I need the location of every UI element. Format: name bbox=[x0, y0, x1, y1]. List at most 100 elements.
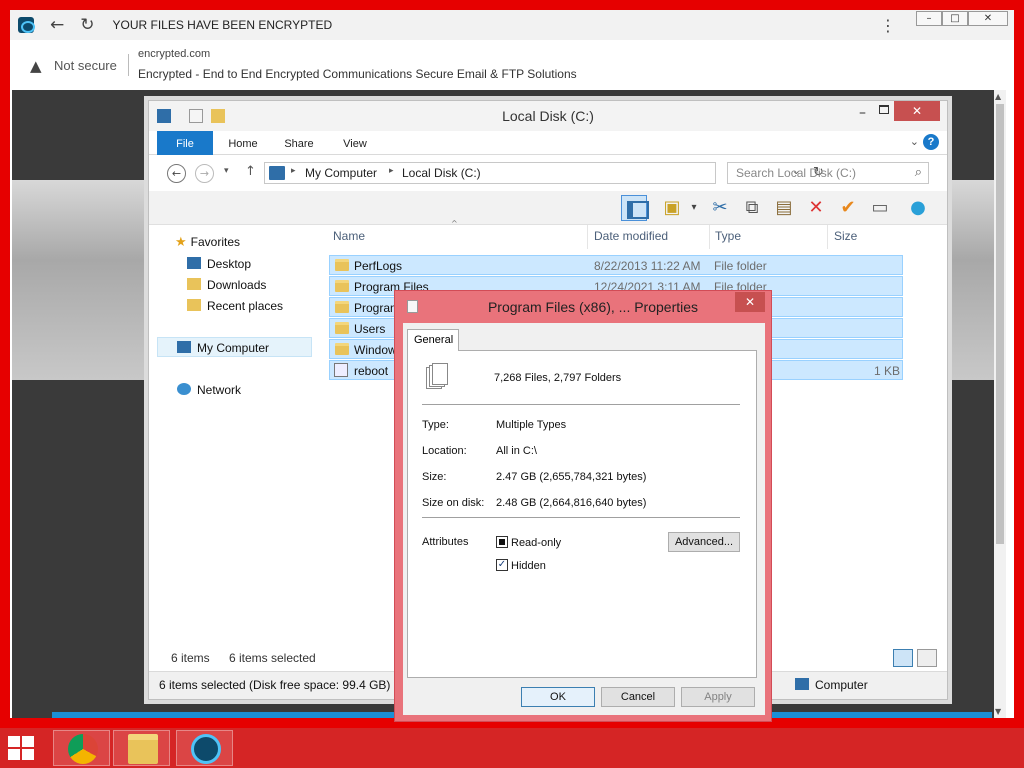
column-header-name[interactable]: Name bbox=[333, 229, 365, 243]
windows-start-icon[interactable] bbox=[8, 736, 36, 762]
scroll-down-icon[interactable]: ▼ bbox=[995, 707, 1001, 716]
globe-icon[interactable]: ● bbox=[905, 195, 931, 221]
navigation-pane: ★ Favorites Desktop Downloads Recent plac… bbox=[149, 225, 319, 645]
taskbar-file-explorer[interactable] bbox=[113, 730, 170, 766]
tab-share[interactable]: Share bbox=[277, 131, 321, 155]
chevron-right-icon[interactable]: ▸ bbox=[291, 166, 296, 176]
nav-label: My Computer bbox=[197, 341, 270, 355]
forward-icon[interactable]: → bbox=[195, 164, 214, 183]
minimize-button[interactable]: – bbox=[916, 11, 942, 26]
computer-icon bbox=[269, 166, 285, 180]
nav-my-computer[interactable]: My Computer bbox=[177, 341, 269, 355]
tab-title: YOUR FILES HAVE BEEN ENCRYPTED bbox=[112, 18, 333, 32]
advanced-button[interactable]: Advanced... bbox=[668, 532, 740, 552]
search-icon[interactable]: ⌕ bbox=[915, 165, 922, 180]
url-text[interactable]: encrypted.com bbox=[138, 48, 210, 60]
back-icon[interactable]: ← bbox=[167, 164, 186, 183]
divider bbox=[128, 54, 129, 76]
rename-icon[interactable]: ▭ bbox=[867, 195, 893, 221]
column-header-date[interactable]: Date modified bbox=[594, 229, 668, 243]
details-view-icon[interactable] bbox=[893, 649, 913, 667]
maximize-icon[interactable] bbox=[879, 105, 889, 114]
nav-desktop[interactable]: Desktop bbox=[187, 257, 251, 271]
chevron-right-icon[interactable]: ▸ bbox=[389, 166, 394, 176]
close-icon[interactable]: ✕ bbox=[735, 292, 765, 312]
search-input[interactable]: Search Local Disk (C:) ⌕ bbox=[727, 162, 929, 184]
tab-file[interactable]: File bbox=[157, 131, 213, 155]
files-summary: 7,268 Files, 2,797 Folders bbox=[494, 372, 622, 384]
hidden-label: Hidden bbox=[511, 560, 546, 572]
back-icon[interactable]: ← bbox=[50, 15, 64, 35]
help-icon[interactable]: ? bbox=[923, 134, 939, 150]
scroll-up-icon[interactable]: ▲ bbox=[995, 92, 1001, 101]
warning-icon[interactable]: ▲ bbox=[30, 57, 42, 75]
nav-label: Network bbox=[197, 383, 242, 397]
breadcrumb-my-computer[interactable]: My Computer bbox=[305, 166, 377, 180]
readonly-checkbox[interactable] bbox=[496, 536, 508, 548]
status-text: 6 items selected (Disk free space: 99.4 … bbox=[159, 678, 391, 692]
close-icon[interactable]: ✕ bbox=[894, 101, 940, 121]
taskbar-chrome[interactable] bbox=[53, 730, 110, 766]
hidden-checkbox[interactable]: ✓ bbox=[496, 559, 508, 571]
large-icons-view-icon[interactable] bbox=[917, 649, 937, 667]
column-header-type[interactable]: Type bbox=[715, 229, 741, 243]
ok-button[interactable]: OK bbox=[521, 687, 595, 707]
scrollbar-thumb[interactable] bbox=[996, 104, 1004, 544]
tab-view[interactable]: View bbox=[333, 131, 377, 155]
folder-icon bbox=[335, 343, 349, 355]
breadcrumb-local-disk[interactable]: Local Disk (C:) bbox=[402, 166, 481, 180]
tab-home[interactable]: Home bbox=[221, 131, 265, 155]
apply-button[interactable]: Apply bbox=[681, 687, 755, 707]
table-row[interactable]: PerfLogs 8/22/2013 11:22 AM File folder bbox=[329, 255, 903, 275]
taskbar-encrypted-app[interactable] bbox=[176, 730, 233, 766]
location-label: Location: bbox=[422, 445, 467, 457]
size-value: 2.47 GB (2,655,784,321 bytes) bbox=[496, 471, 647, 483]
address-box[interactable]: ▸ My Computer ▸ Local Disk (C:) ⌄ ↻ bbox=[264, 162, 824, 184]
network-icon bbox=[177, 383, 191, 395]
status-location: Computer bbox=[815, 678, 868, 692]
page-scrollbar[interactable]: ▲ ▼ bbox=[994, 90, 1006, 718]
nav-recent-places[interactable]: Recent places bbox=[187, 299, 283, 313]
location-value: All in C:\ bbox=[496, 445, 537, 457]
paste-icon[interactable]: ▤ bbox=[771, 195, 797, 221]
maximize-button[interactable]: □ bbox=[942, 11, 968, 26]
batch-file-icon bbox=[334, 363, 348, 377]
dialog-title: Program Files (x86), ... Properties bbox=[487, 299, 699, 315]
nav-label: Favorites bbox=[190, 235, 241, 249]
window-title: Local Disk (C:) bbox=[502, 108, 594, 124]
nav-label: Downloads bbox=[207, 278, 267, 292]
file-name: PerfLogs bbox=[354, 259, 403, 273]
column-divider[interactable] bbox=[587, 225, 588, 249]
folder-icon bbox=[335, 301, 349, 313]
checkmark-icon[interactable]: ✔ bbox=[835, 195, 861, 221]
close-button[interactable]: ✕ bbox=[968, 11, 1008, 26]
security-indicator[interactable]: Not secure bbox=[54, 58, 117, 73]
readonly-label: Read-only bbox=[511, 537, 562, 549]
recent-locations-icon[interactable]: ▾ bbox=[224, 166, 229, 176]
minimize-icon[interactable]: – bbox=[859, 105, 866, 121]
tab-general[interactable]: General bbox=[407, 329, 459, 351]
nav-favorites[interactable]: ★ Favorites bbox=[175, 235, 240, 250]
cancel-button[interactable]: Cancel bbox=[601, 687, 675, 707]
up-icon[interactable]: ↑ bbox=[245, 164, 256, 179]
column-divider[interactable] bbox=[827, 225, 828, 249]
chevron-down-icon[interactable]: ▾ bbox=[681, 195, 707, 221]
size-on-disk-value: 2.48 GB (2,664,816,640 bytes) bbox=[496, 497, 647, 509]
column-divider[interactable] bbox=[709, 225, 710, 249]
folder-icon bbox=[335, 280, 349, 292]
navigation-pane-icon[interactable] bbox=[621, 195, 649, 221]
copy-icon[interactable]: ⧉ bbox=[739, 195, 765, 221]
nav-network[interactable]: Network bbox=[177, 383, 241, 397]
sort-arrow-icon: ^ bbox=[451, 219, 458, 228]
browser-tab-bar: ← ↻ YOUR FILES HAVE BEEN ENCRYPTED ⋮ – □… bbox=[10, 10, 1014, 40]
cut-icon[interactable]: ✂ bbox=[707, 195, 733, 221]
file-size: 1 KB bbox=[873, 364, 900, 378]
nav-label: Recent places bbox=[207, 299, 284, 313]
reload-icon[interactable]: ↻ bbox=[80, 15, 94, 35]
column-header-size[interactable]: Size bbox=[834, 229, 857, 243]
menu-icon[interactable]: ⋮ bbox=[880, 16, 896, 35]
encrypted-app-icon bbox=[191, 734, 221, 764]
chevron-down-icon[interactable]: ⌄ bbox=[910, 135, 919, 148]
nav-downloads[interactable]: Downloads bbox=[187, 278, 266, 292]
delete-icon[interactable]: ✕ bbox=[803, 195, 829, 221]
